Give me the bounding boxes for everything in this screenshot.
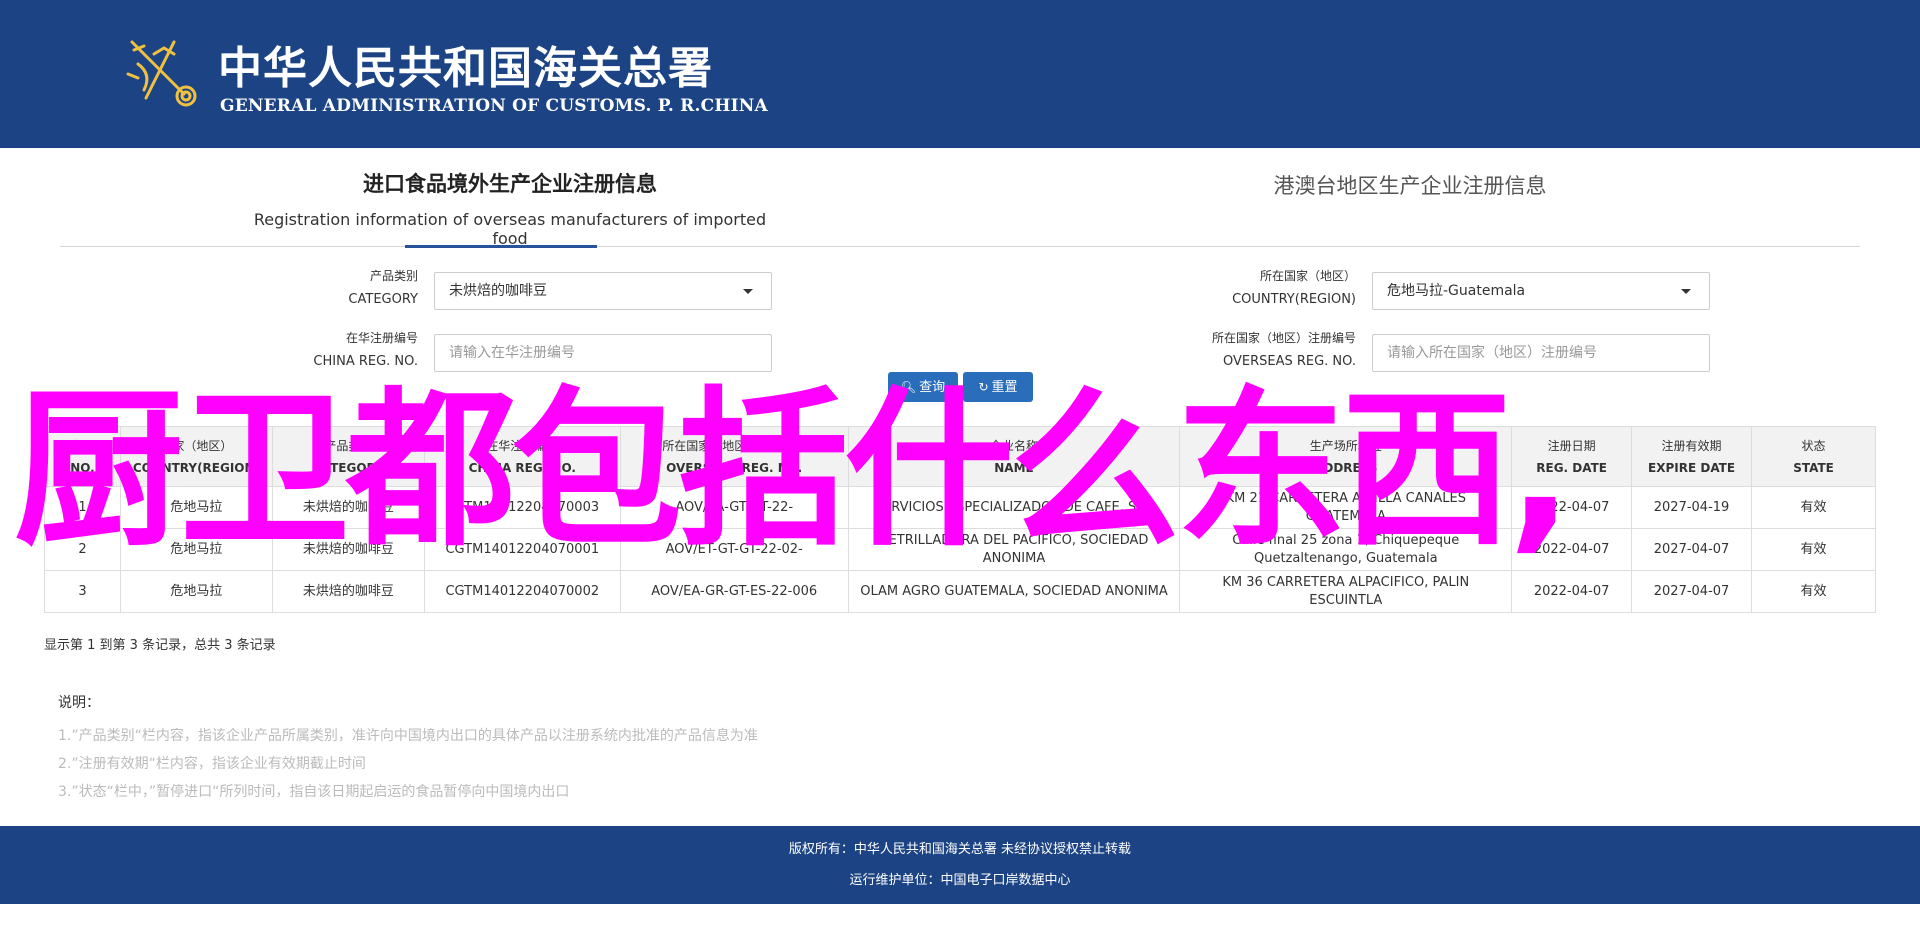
table-row[interactable]: 3 危地马拉 未烘焙的咖啡豆 CGTM14012204070002 AOV/EA-GR-… bbox=[44, 570, 1876, 613]
table-cell: 2027-04-07 bbox=[1631, 528, 1753, 571]
table-cell: 危地马拉 bbox=[119, 570, 273, 613]
site-title-cn: 中华人民共和国海关总署 bbox=[218, 43, 713, 94]
site-footer: 版权所有：中华人民共和国海关总署 未经协议授权禁止转载 运行维护单位：中国电子口… bbox=[0, 826, 1920, 904]
chevron-down-icon bbox=[743, 289, 753, 294]
customs-emblem-icon bbox=[126, 40, 197, 107]
column-header: 状态 STATE bbox=[1751, 426, 1876, 487]
table-cell: 有效 bbox=[1751, 486, 1876, 529]
overseas-reg-input[interactable]: 请输入所在国家（地区）注册编号 bbox=[1372, 334, 1710, 372]
category-select-value: 未烘焙的咖啡豆 bbox=[449, 283, 547, 299]
overseas-reg-placeholder: 请输入所在国家（地区）注册编号 bbox=[1387, 345, 1597, 361]
table-cell: 2027-04-07 bbox=[1631, 570, 1753, 613]
country-label: 所在国家（地区） COUNTRY(REGION) bbox=[1232, 269, 1356, 307]
table-cell: 有效 bbox=[1751, 528, 1876, 571]
note-item: 1.”产品类别“栏内容，指该企业产品所属类别，准许向中国境内出口的具体产品以注册… bbox=[58, 728, 758, 744]
tab-label-cn: 进口食品境外生产企业注册信息 bbox=[363, 171, 657, 196]
china-reg-placeholder: 请输入在华注册编号 bbox=[449, 345, 575, 361]
table-cell: 有效 bbox=[1751, 570, 1876, 613]
record-count: 显示第 1 到第 3 条记录，总共 3 条记录 bbox=[44, 638, 276, 653]
tab-divider bbox=[60, 246, 1860, 247]
maintainer-text: 运行维护单位：中国电子口岸数据中心 bbox=[849, 873, 1071, 888]
notes-title: 说明： bbox=[58, 695, 100, 711]
column-header-en: STATE bbox=[1793, 460, 1834, 475]
column-header-cn: 状态 bbox=[1801, 438, 1826, 453]
note-item: 2.”注册有效期“栏内容，指该企业有效期截止时间 bbox=[58, 756, 366, 772]
country-select[interactable]: 危地马拉-Guatemala bbox=[1372, 272, 1710, 310]
notes-section: 说明： 1.”产品类别“栏内容，指该企业产品所属类别，准许向中国境内出口的具体产… bbox=[58, 692, 758, 806]
country-select-value: 危地马拉-Guatemala bbox=[1387, 283, 1526, 299]
active-tab-indicator bbox=[405, 245, 597, 248]
table-cell: KM 36 CARRETERA ALPACIFICO, PALIN ESCUIN… bbox=[1179, 570, 1513, 613]
table-cell: 未烘焙的咖啡豆 bbox=[271, 570, 425, 613]
tab-label-cn: 港澳台地区生产企业注册信息 bbox=[1273, 174, 1547, 198]
tab-overseas-registration[interactable]: 进口食品境外生产企业注册信息 Registration information … bbox=[240, 168, 780, 248]
table-cell: 2022-04-07 bbox=[1511, 570, 1633, 613]
column-header-cn: 注册有效期 bbox=[1661, 438, 1722, 453]
column-header: 注册有效期 EXPIRE DATE bbox=[1631, 426, 1753, 487]
table-cell: AOV/EA-GR-GT-ES-22-006 bbox=[619, 570, 849, 613]
column-header-en: EXPIRE DATE bbox=[1648, 460, 1736, 475]
site-title-en: GENERAL ADMINISTRATION OF CUSTOMS. P. R.… bbox=[220, 96, 768, 116]
chevron-down-icon bbox=[1681, 289, 1691, 294]
china-reg-label: 在华注册编号 CHINA REG. NO. bbox=[313, 331, 418, 369]
category-select[interactable]: 未烘焙的咖啡豆 bbox=[434, 272, 772, 310]
table-cell: 2027-04-19 bbox=[1631, 486, 1753, 529]
table-cell: OLAM AGRO GUATEMALA, SOCIEDAD ANONIMA bbox=[847, 570, 1181, 613]
table-cell: CGTM14012204070002 bbox=[423, 570, 621, 613]
tab-label-en: Registration information of overseas man… bbox=[253, 210, 767, 248]
overlay-caption: 厨卫都包括什么东西, bbox=[14, 372, 1573, 570]
china-reg-input[interactable]: 请输入在华注册编号 bbox=[434, 334, 772, 372]
note-item: 3.”状态“栏中，”暂停进口“所列时间，指自该日期起启运的食品暂停向中国境内出口 bbox=[58, 784, 570, 800]
copyright-text: 版权所有：中华人民共和国海关总署 未经协议授权禁止转载 bbox=[788, 842, 1132, 857]
table-cell: 3 bbox=[44, 570, 121, 613]
overseas-reg-label: 所在国家（地区）注册编号 OVERSEAS REG. NO. bbox=[1211, 331, 1356, 369]
site-header: 中华人民共和国海关总署 GENERAL ADMINISTRATION OF CU… bbox=[0, 0, 1920, 148]
category-label: 产品类别 CATEGORY bbox=[348, 269, 418, 307]
tab-hk-macao-taiwan[interactable]: 港澳台地区生产企业注册信息 bbox=[1180, 170, 1640, 200]
